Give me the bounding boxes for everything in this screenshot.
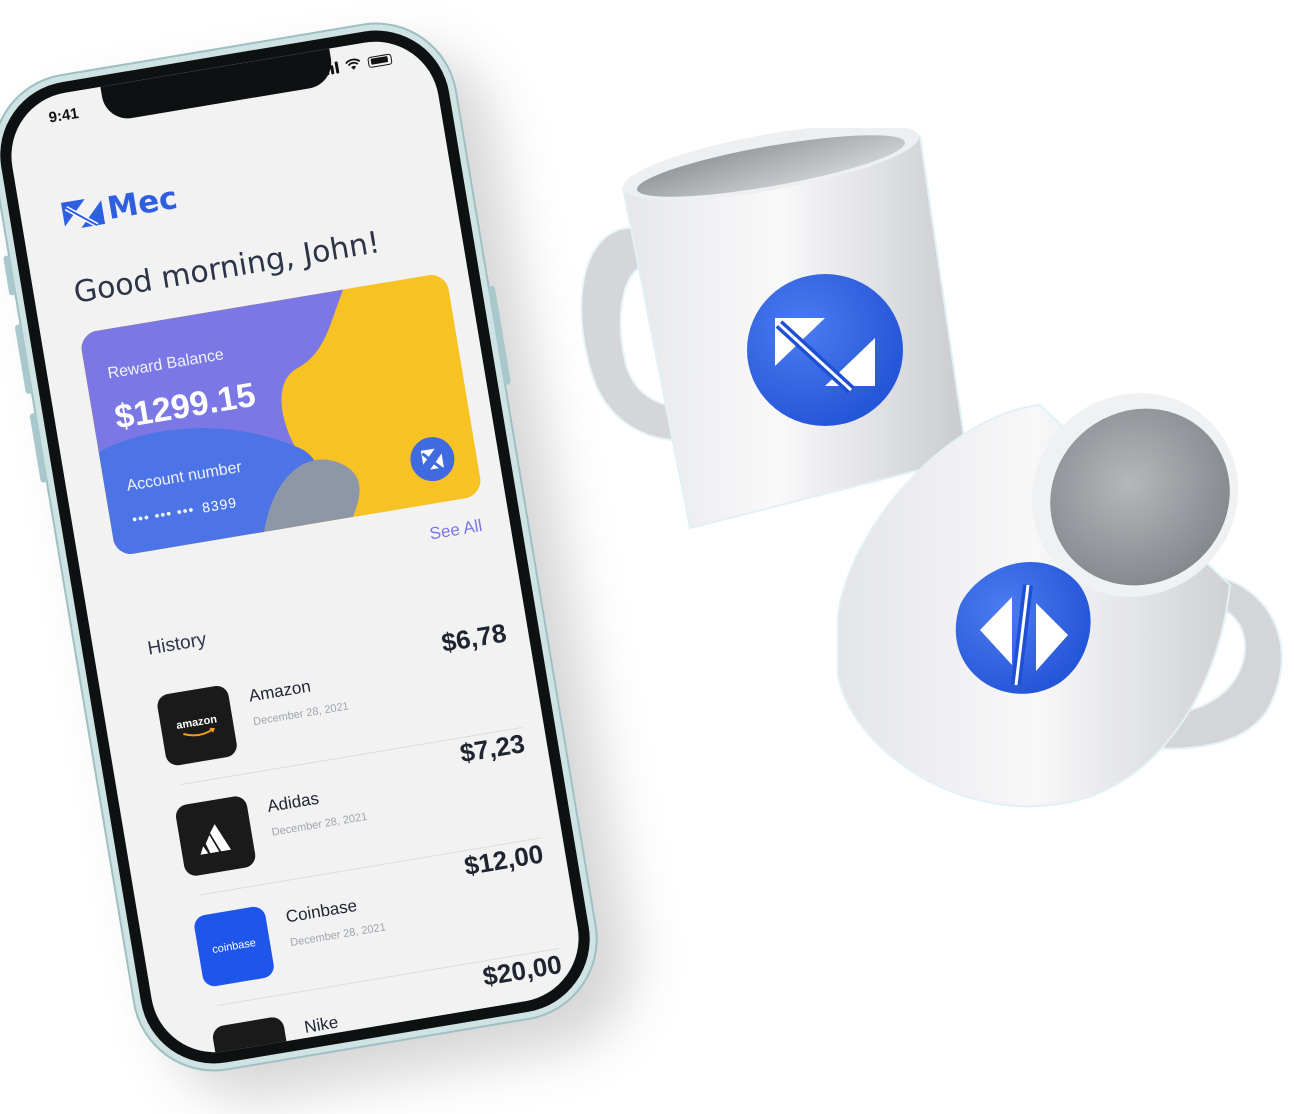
brand-name: Mec bbox=[104, 179, 180, 228]
phone-mockup: 9:41 Mec Good morning, John! Reward Bala… bbox=[0, 10, 611, 1084]
adidas-logo-icon bbox=[174, 794, 258, 878]
transaction-merchant: Amazon bbox=[247, 676, 313, 706]
coinbase-logo-icon: coinbase bbox=[192, 905, 276, 988]
transaction-date: December 28, 2021 bbox=[252, 700, 350, 729]
coinbase-logo-text: coinbase bbox=[211, 936, 257, 957]
mec-logo-icon bbox=[410, 437, 455, 482]
battery-icon bbox=[367, 52, 393, 68]
amazon-logo-icon: amazon bbox=[155, 684, 239, 768]
wifi-icon bbox=[345, 58, 361, 70]
transaction-amount: $20,00 bbox=[480, 948, 564, 992]
transaction-amount: $7,23 bbox=[457, 728, 527, 769]
transaction-date: December 28, 2021 bbox=[289, 921, 387, 950]
phone-bezel: 9:41 Mec Good morning, John! Reward Bala… bbox=[0, 19, 601, 1075]
history-heading: History bbox=[146, 629, 208, 660]
signal-icon bbox=[320, 61, 340, 77]
silent-switch bbox=[3, 255, 17, 296]
brand-logo: Mec bbox=[58, 180, 180, 235]
nike-swoosh-icon bbox=[211, 1015, 295, 1062]
transaction-merchant: Coinbase bbox=[284, 895, 359, 927]
mec-logo-icon bbox=[60, 198, 106, 228]
transaction-date: December 28, 2021 bbox=[270, 810, 369, 839]
reward-card[interactable]: Reward Balance $1299.15 Account number •… bbox=[78, 272, 484, 557]
transaction-amount: $6,78 bbox=[439, 617, 509, 658]
transaction-amount: $12,00 bbox=[462, 838, 546, 882]
transaction-merchant: Adidas bbox=[265, 788, 321, 816]
mug-lower bbox=[837, 393, 1283, 808]
status-time: 9:41 bbox=[47, 104, 80, 127]
see-all-link[interactable]: See All bbox=[428, 516, 484, 544]
transaction-merchant: Nike bbox=[302, 1012, 340, 1037]
notch bbox=[100, 48, 336, 123]
